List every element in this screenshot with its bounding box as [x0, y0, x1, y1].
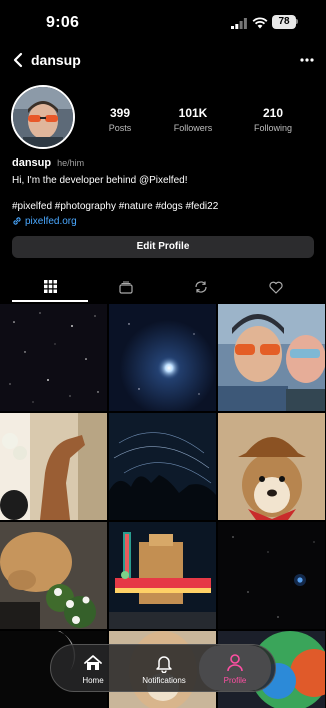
- tab-bar-home-label: Home: [82, 676, 104, 685]
- blue-star-photo: [218, 522, 325, 629]
- person-icon: [227, 654, 243, 672]
- post-thumbnail-starfield[interactable]: [0, 304, 107, 411]
- tab-collections[interactable]: [88, 272, 164, 302]
- dog-hat-photo: [218, 413, 325, 520]
- selfie-photo: [218, 304, 325, 411]
- display-name: dansup: [12, 157, 52, 169]
- stat-following[interactable]: 210 Following: [238, 106, 308, 133]
- collections-icon: [119, 280, 133, 294]
- tab-bar-home[interactable]: Home: [57, 645, 129, 691]
- post-thumbnail-dog-window[interactable]: [0, 413, 107, 520]
- theater-photo: [109, 522, 216, 629]
- stat-following-value: 210: [262, 106, 284, 120]
- avatar[interactable]: [11, 85, 75, 149]
- battery-tip: [296, 19, 298, 24]
- battery-indicator: 78: [272, 15, 296, 29]
- profile-link[interactable]: pixelfed.org: [12, 216, 77, 227]
- avatar-image: [13, 87, 73, 147]
- tab-bar-profile-label: Profile: [223, 676, 247, 685]
- post-thumbnail-star-trails[interactable]: [109, 413, 216, 520]
- link-icon: [13, 217, 21, 225]
- post-thumbnail-selfie[interactable]: [218, 304, 325, 411]
- stat-following-label: Following: [253, 123, 293, 133]
- profile-name-row: dansup he/him: [12, 157, 84, 169]
- tab-likes[interactable]: [238, 272, 314, 302]
- bottom-tab-bar: Home Notifications Profile: [50, 644, 276, 692]
- home-icon: [84, 655, 102, 670]
- stat-followers-label: Followers: [173, 123, 213, 133]
- more-options-icon[interactable]: [300, 53, 314, 67]
- bio-hashtags[interactable]: #pixelfed #photography #nature #dogs #fe…: [12, 201, 218, 212]
- dog-flowers-photo: [0, 522, 107, 629]
- bell-icon: [156, 656, 172, 673]
- reblog-icon: [195, 281, 207, 293]
- starfield-photo: [0, 304, 107, 411]
- stat-posts-label: Posts: [108, 123, 132, 133]
- grid-icon: [43, 279, 57, 293]
- tab-grid[interactable]: [12, 272, 88, 302]
- dog-window-photo: [0, 413, 107, 520]
- stat-followers-value: 101K: [178, 106, 208, 120]
- profile-header: dansup: [0, 46, 326, 74]
- tab-reblogs[interactable]: [163, 272, 239, 302]
- status-bar: 9:06 78: [0, 0, 326, 46]
- profile-link-text: pixelfed.org: [25, 216, 77, 227]
- wifi-icon: [252, 17, 268, 29]
- post-thumbnail-theater[interactable]: [109, 522, 216, 629]
- post-thumbnail-bright-star[interactable]: [109, 304, 216, 411]
- tab-bar-notifications-label: Notifications: [142, 676, 186, 685]
- profile-tabs: [0, 272, 326, 302]
- star-trails-photo: [109, 413, 216, 520]
- bright-star-photo: [109, 304, 216, 411]
- post-thumbnail-blue-star[interactable]: [218, 522, 325, 629]
- back-arrow-icon[interactable]: [12, 52, 24, 68]
- cellular-signal-icon: [231, 18, 247, 29]
- edit-profile-button[interactable]: Edit Profile: [12, 236, 314, 258]
- tab-bar-profile[interactable]: Profile: [199, 645, 271, 691]
- pronouns: he/him: [57, 158, 85, 168]
- post-thumbnail-dog-hat[interactable]: [218, 413, 325, 520]
- stat-posts-value: 399: [109, 106, 131, 120]
- header-username: dansup: [31, 52, 81, 68]
- stat-posts[interactable]: 399 Posts: [85, 106, 155, 133]
- post-thumbnail-dog-flowers[interactable]: [0, 522, 107, 629]
- stat-followers[interactable]: 101K Followers: [158, 106, 228, 133]
- bio-text: Hi, I'm the developer behind @Pixelfed!: [12, 175, 188, 186]
- heart-icon: [269, 281, 283, 294]
- tab-bar-notifications[interactable]: Notifications: [128, 645, 200, 691]
- status-time: 9:06: [46, 14, 80, 31]
